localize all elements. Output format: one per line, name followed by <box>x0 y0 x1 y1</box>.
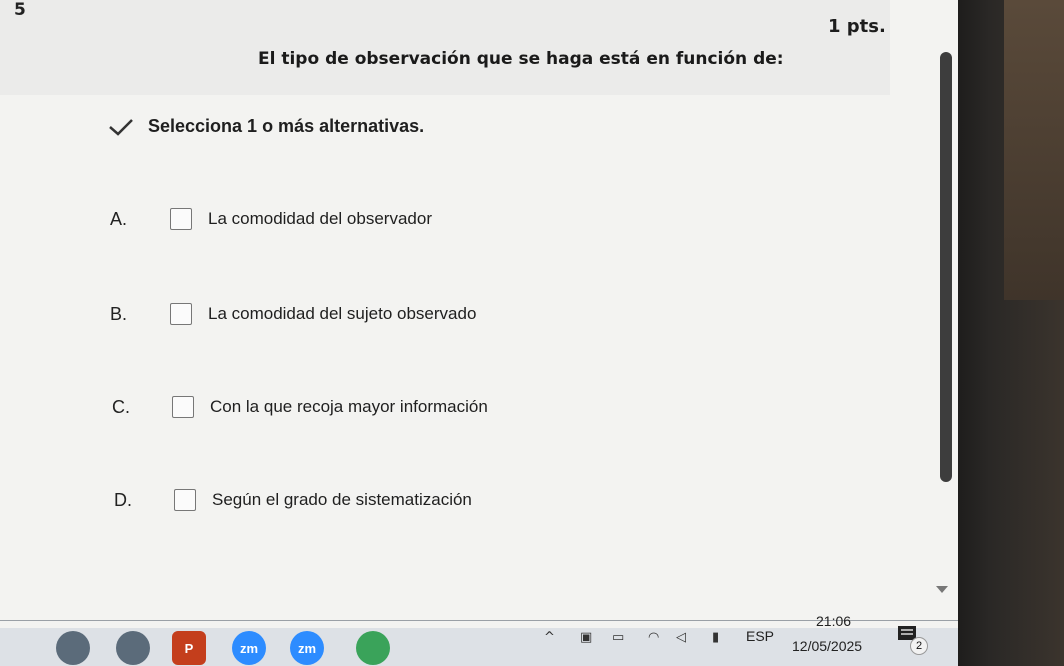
meet-now-icon[interactable]: ▣ <box>580 630 592 645</box>
question-header <box>0 0 890 95</box>
option-text: La comodidad del sujeto observado <box>208 304 477 323</box>
option-b[interactable]: B. La comodidad del sujeto observado <box>110 299 476 329</box>
monitor-bezel <box>958 0 1064 666</box>
app-icon[interactable] <box>356 631 390 665</box>
clock-date[interactable]: 12/05/2025 <box>792 638 862 654</box>
option-d[interactable]: D. Según el grado de sistematización <box>114 485 472 515</box>
option-a-checkbox[interactable] <box>170 208 192 230</box>
quiz-screen: 5 1 pts. El tipo de observación que se h… <box>0 0 975 628</box>
option-letter: C. <box>112 396 130 417</box>
question-title: El tipo de observación que se haga está … <box>258 49 784 69</box>
zoom-icon[interactable]: zm <box>290 631 324 665</box>
option-text: La comodidad del observador <box>208 209 432 228</box>
option-text: Según el grado de sistematización <box>212 490 472 509</box>
instruction-text: Selecciona 1 o más alternativas. <box>148 116 425 136</box>
checkmark-icon <box>109 118 133 136</box>
option-letter: D. <box>114 489 132 510</box>
vertical-scrollbar[interactable] <box>940 52 952 482</box>
scroll-down-arrow-icon[interactable] <box>936 586 948 593</box>
notification-count-badge: 2 <box>910 637 928 655</box>
instruction: Selecciona 1 o más alternativas. <box>108 116 424 137</box>
option-c-checkbox[interactable] <box>172 396 194 418</box>
option-a[interactable]: A. La comodidad del observador <box>110 204 432 234</box>
microphone-icon[interactable]: ▮ <box>712 630 719 645</box>
option-letter: A. <box>110 208 128 229</box>
zoom-icon[interactable]: zm <box>232 631 266 665</box>
divider <box>0 620 958 621</box>
clock-time[interactable]: 21:06 <box>816 613 851 629</box>
question-points: 1 pts. <box>828 16 886 37</box>
chrome-icon[interactable] <box>56 631 90 665</box>
option-c[interactable]: C. Con la que recoja mayor información <box>112 392 488 422</box>
language-indicator[interactable]: ESP <box>746 628 774 644</box>
wifi-icon[interactable]: ◠ <box>648 630 659 645</box>
speaker-icon[interactable]: ◁ <box>676 630 686 645</box>
battery-icon[interactable]: ▭ <box>612 630 624 645</box>
chevron-up-icon[interactable]: ^ <box>544 630 555 645</box>
background-wall <box>1004 0 1064 300</box>
question-number: 5 <box>14 0 26 20</box>
option-b-checkbox[interactable] <box>170 303 192 325</box>
powerpoint-icon[interactable]: P <box>172 631 206 665</box>
option-text: Con la que recoja mayor información <box>210 397 488 416</box>
option-letter: B. <box>110 303 128 324</box>
chrome-icon[interactable] <box>116 631 150 665</box>
option-d-checkbox[interactable] <box>174 489 196 511</box>
